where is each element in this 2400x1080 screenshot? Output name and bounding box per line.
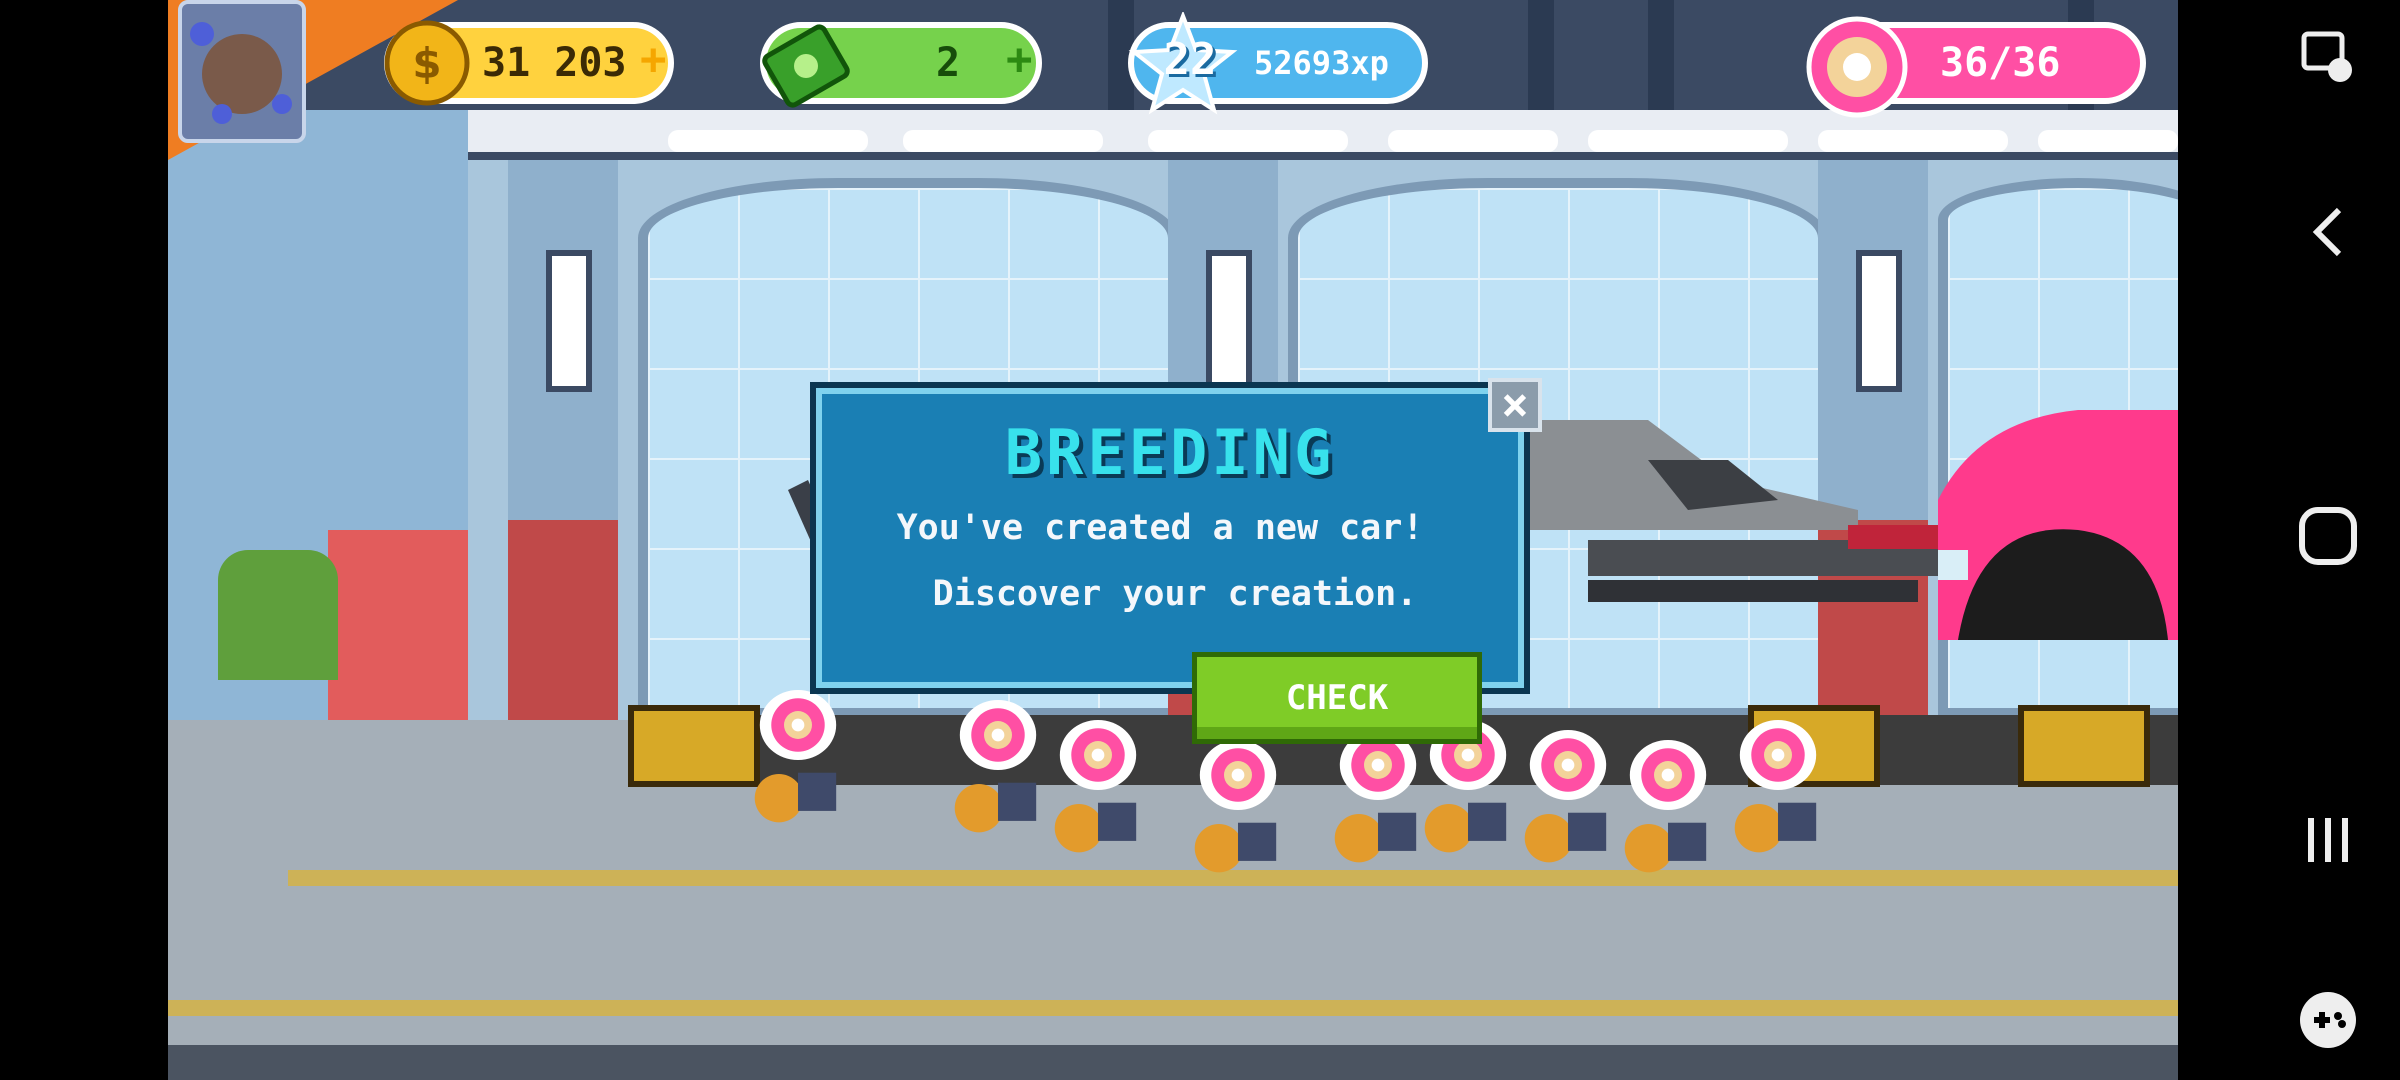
rail-cart [2018, 705, 2150, 787]
wall-pillar [508, 160, 618, 720]
coins-value: 31 203 [482, 40, 627, 86]
game-viewport[interactable]: $ 31 203 + 2 + 22 52693xp 36/36 BREEDING… [168, 0, 2178, 1080]
dialog-message-line2: Discover your creation. [932, 574, 1418, 614]
cash-value: 2 [936, 40, 961, 86]
customer [1708, 720, 1828, 860]
donut-thought-icon [1194, 740, 1277, 873]
close-icon[interactable]: × [1488, 378, 1542, 432]
add-cash-icon[interactable]: + [1006, 34, 1033, 85]
dialog-title: BREEDING [1004, 416, 1336, 489]
game-tools-icon[interactable] [2288, 980, 2368, 1060]
customer [1168, 740, 1288, 880]
xp-level: 22 [1163, 34, 1217, 85]
pink-car [1938, 410, 2178, 640]
back-icon[interactable] [2288, 192, 2368, 272]
xp-counter[interactable]: 22 52693xp [1128, 12, 1428, 115]
coins-counter[interactable]: $ 31 203 + [384, 20, 674, 106]
svg-text:$: $ [412, 39, 441, 88]
cash-counter[interactable]: 2 + [760, 22, 1042, 108]
floor-edge [168, 1045, 2178, 1080]
donut-counter[interactable]: 36/36 [1806, 16, 2146, 118]
donut-icon [1806, 16, 1908, 118]
recents-icon[interactable] [2288, 800, 2368, 880]
cash-icon [762, 24, 850, 108]
donut-thought-icon [754, 690, 837, 823]
check-button[interactable]: CHECK [1192, 652, 1482, 744]
bush [218, 550, 338, 680]
donut-thought-icon [1054, 720, 1137, 853]
add-coins-icon[interactable]: + [640, 34, 667, 85]
system-nav-bar [2256, 0, 2400, 1080]
dialog-message-line1: You've created a new car! [896, 508, 1424, 548]
customer [728, 690, 848, 830]
donut-value: 36/36 [1940, 40, 2061, 86]
breeding-dialog: BREEDING You've created a new car! Disco… [810, 382, 1530, 694]
coin-icon: $ [384, 20, 470, 106]
home-icon[interactable] [2288, 496, 2368, 576]
xp-points: 52693xp [1254, 44, 1389, 82]
donut-thought-icon [1734, 720, 1817, 853]
screenshot-edit-icon[interactable] [2288, 18, 2368, 98]
customer [1598, 740, 1718, 880]
customer [1028, 720, 1148, 860]
player-avatar[interactable] [178, 0, 306, 143]
avatar-icon [190, 22, 292, 124]
